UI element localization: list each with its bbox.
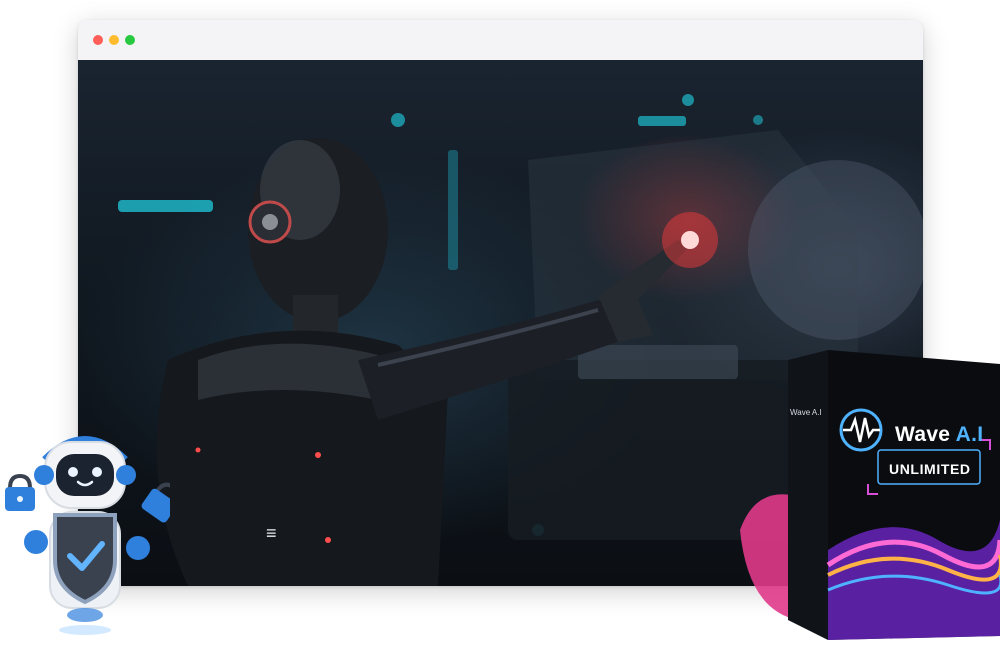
product-subtitle: UNLIMITED — [889, 461, 971, 477]
hamburger-menu-icon[interactable]: ≡ — [266, 524, 277, 542]
maximize-window-button[interactable] — [125, 35, 135, 45]
shield-check-icon — [53, 513, 117, 605]
robot-mascot-illustration — [5, 436, 170, 635]
product-spine-label: Wave A.I — [790, 408, 822, 417]
product-box-illustration — [740, 350, 1000, 640]
lock-icon — [141, 482, 170, 523]
minimize-window-button[interactable] — [109, 35, 119, 45]
product-brand-title: Wave A.I — [895, 423, 984, 446]
browser-titlebar — [78, 20, 923, 61]
lock-icon — [5, 473, 35, 511]
close-window-button[interactable] — [93, 35, 103, 45]
